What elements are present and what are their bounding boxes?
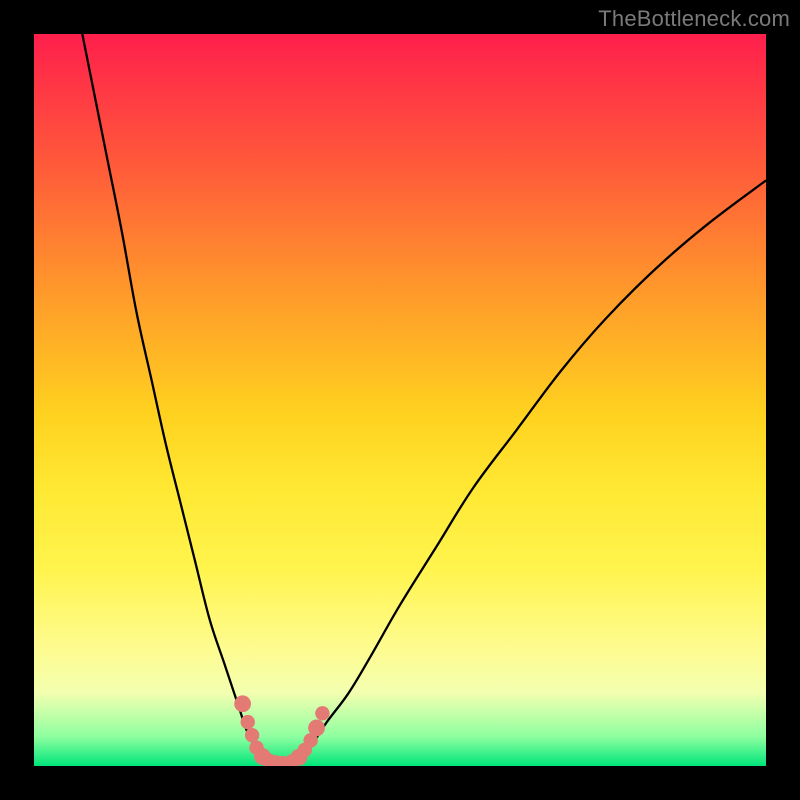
watermark-text: TheBottleneck.com (598, 6, 790, 32)
trough-marker (241, 715, 255, 729)
trough-marker (315, 706, 329, 720)
chart-frame: TheBottleneck.com (0, 0, 800, 800)
trough-marker (245, 728, 259, 742)
trough-marker (234, 695, 251, 712)
left-curve (78, 34, 283, 766)
trough-markers-group (234, 695, 329, 766)
trough-marker (308, 720, 325, 737)
right-curve (283, 180, 766, 766)
chart-svg (34, 34, 766, 766)
chart-plot-area (34, 34, 766, 766)
